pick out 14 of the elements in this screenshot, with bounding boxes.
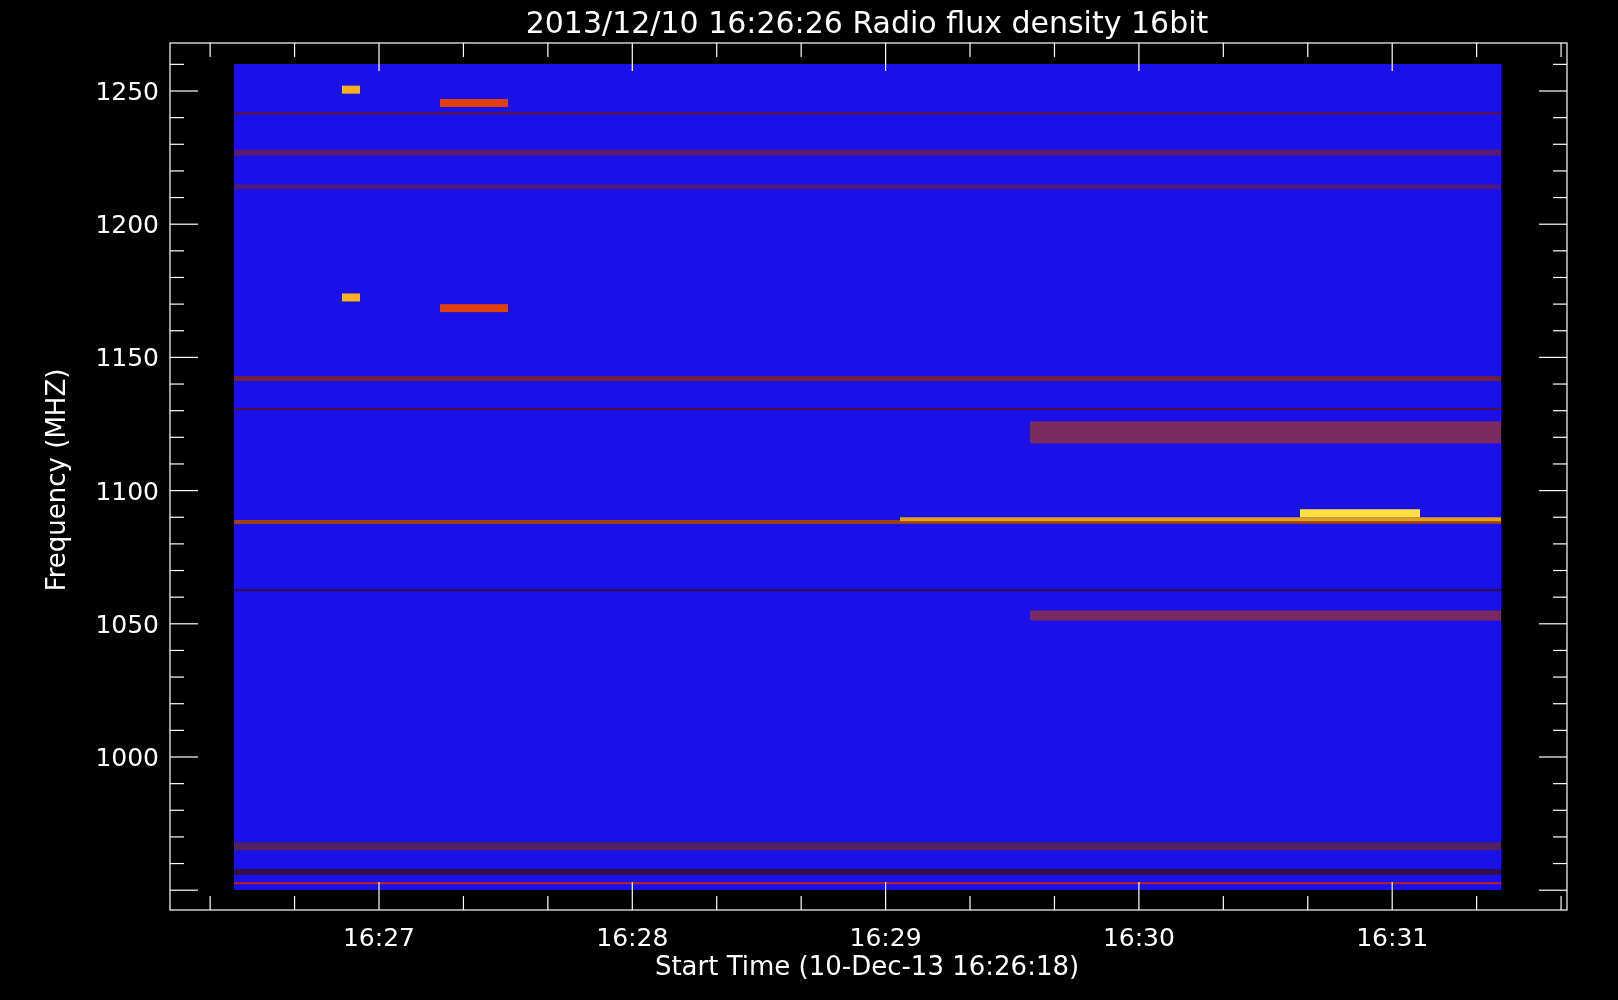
chart-title: 2013/12/10 16:26:26 Radio flux density 16bit bbox=[525, 5, 1209, 40]
tick-label: 1000 bbox=[95, 743, 159, 772]
axis-label: Start Time (10-Dec-13 16:26:18) bbox=[654, 951, 1080, 981]
tick-label: 16:31 bbox=[1356, 923, 1429, 952]
tick-label: 16:27 bbox=[343, 923, 415, 952]
tick-label: 1150 bbox=[95, 343, 159, 373]
axis-label: Frequency (MHZ) bbox=[41, 368, 71, 592]
tick-label: 16:28 bbox=[596, 923, 669, 952]
tick-label: 16:30 bbox=[1102, 923, 1175, 952]
tick-label: 1050 bbox=[95, 609, 159, 639]
tick-label: 1250 bbox=[95, 77, 159, 106]
tick-label: 1200 bbox=[95, 210, 159, 240]
tick-label: 16:29 bbox=[849, 923, 922, 952]
tick-label: 1100 bbox=[95, 476, 159, 506]
